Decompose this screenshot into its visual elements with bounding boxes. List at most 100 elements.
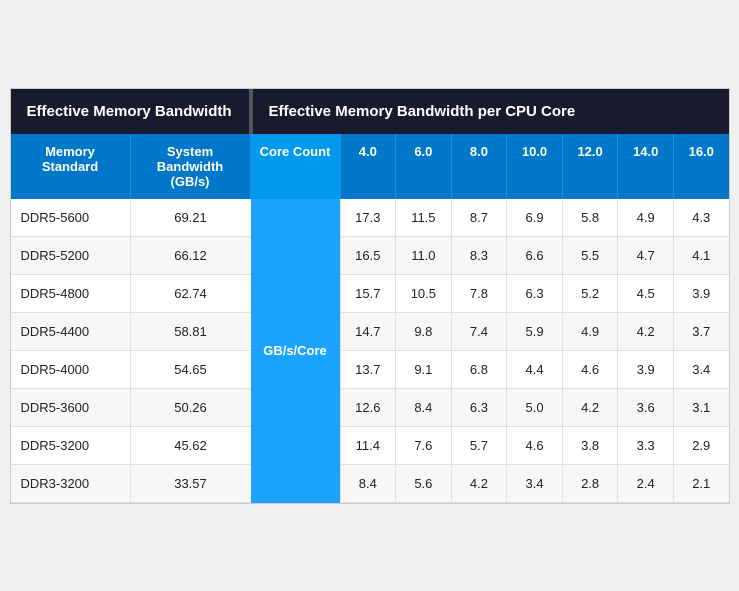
- right-row: 12.68.46.35.04.23.63.1: [341, 389, 729, 427]
- cell-value: 3.4: [507, 465, 563, 502]
- col-header-40: 4.0: [341, 134, 397, 199]
- cell-value: 3.4: [674, 351, 729, 388]
- cell-memory-standard: DDR5-3600: [11, 389, 131, 426]
- cell-value: 7.6: [396, 427, 452, 464]
- cell-value: 2.4: [618, 465, 674, 502]
- cell-value: 7.4: [452, 313, 508, 350]
- cell-bandwidth: 62.74: [131, 275, 251, 312]
- cell-bandwidth: 50.26: [131, 389, 251, 426]
- left-row: DDR5-400054.65: [11, 351, 251, 389]
- cell-bandwidth: 69.21: [131, 199, 251, 236]
- cell-value: 2.1: [674, 465, 729, 502]
- cell-value: 5.6: [396, 465, 452, 502]
- cell-memory-standard: DDR5-4800: [11, 275, 131, 312]
- left-row: DDR3-320033.57: [11, 465, 251, 503]
- col-header-160: 16.0: [674, 134, 729, 199]
- col-header-120: 12.0: [563, 134, 619, 199]
- cell-value: 8.4: [341, 465, 397, 502]
- cell-value: 4.5: [618, 275, 674, 312]
- cell-value: 6.8: [452, 351, 508, 388]
- cell-value: 7.8: [452, 275, 508, 312]
- cell-value: 4.6: [563, 351, 619, 388]
- cell-value: 4.4: [507, 351, 563, 388]
- header-left: Effective Memory Bandwidth: [11, 89, 251, 134]
- cell-value: 13.7: [341, 351, 397, 388]
- cell-value: 9.8: [396, 313, 452, 350]
- right-row: 15.710.57.86.35.24.53.9: [341, 275, 729, 313]
- cell-value: 5.9: [507, 313, 563, 350]
- cell-value: 3.9: [674, 275, 729, 312]
- cell-memory-standard: DDR5-5600: [11, 199, 131, 236]
- cell-bandwidth: 54.65: [131, 351, 251, 388]
- cell-value: 3.8: [563, 427, 619, 464]
- cell-memory-standard: DDR5-5200: [11, 237, 131, 274]
- right-row: 16.511.08.36.65.54.74.1: [341, 237, 729, 275]
- data-area: DDR5-560069.21DDR5-520066.12DDR5-480062.…: [11, 199, 729, 503]
- cell-value: 4.1: [674, 237, 729, 274]
- cell-memory-standard: DDR5-4000: [11, 351, 131, 388]
- cell-value: 8.4: [396, 389, 452, 426]
- cell-value: 6.3: [507, 275, 563, 312]
- cell-value: 3.1: [674, 389, 729, 426]
- cell-value: 4.2: [563, 389, 619, 426]
- cell-memory-standard: DDR5-4400: [11, 313, 131, 350]
- cell-bandwidth: 66.12: [131, 237, 251, 274]
- cell-value: 11.5: [396, 199, 452, 236]
- cell-value: 8.7: [452, 199, 508, 236]
- cell-memory-standard: DDR5-3200: [11, 427, 131, 464]
- cell-value: 14.7: [341, 313, 397, 350]
- header-left-title: Effective Memory Bandwidth: [27, 103, 232, 120]
- left-row: DDR5-560069.21: [11, 199, 251, 237]
- col-header-80: 8.0: [452, 134, 508, 199]
- cell-value: 4.2: [618, 313, 674, 350]
- cell-value: 5.8: [563, 199, 619, 236]
- cell-value: 2.8: [563, 465, 619, 502]
- cell-value: 6.9: [507, 199, 563, 236]
- cell-bandwidth: 58.81: [131, 313, 251, 350]
- cell-value: 3.3: [618, 427, 674, 464]
- cell-value: 4.9: [563, 313, 619, 350]
- right-row: 14.79.87.45.94.94.23.7: [341, 313, 729, 351]
- cell-value: 9.1: [396, 351, 452, 388]
- cell-value: 10.5: [396, 275, 452, 312]
- right-row: 13.79.16.84.44.63.93.4: [341, 351, 729, 389]
- col-header-bandwidth: System Bandwidth (GB/s): [131, 134, 251, 199]
- sub-header: Memory Standard System Bandwidth (GB/s) …: [11, 134, 729, 199]
- cell-value: 8.3: [452, 237, 508, 274]
- cell-value: 3.9: [618, 351, 674, 388]
- cell-value: 4.9: [618, 199, 674, 236]
- cell-value: 17.3: [341, 199, 397, 236]
- cell-memory-standard: DDR3-3200: [11, 465, 131, 502]
- cell-value: 15.7: [341, 275, 397, 312]
- left-row: DDR5-320045.62: [11, 427, 251, 465]
- cell-bandwidth: 45.62: [131, 427, 251, 464]
- core-count-col: GB/s/Core: [251, 199, 341, 503]
- header-right-title: Effective Memory Bandwidth per CPU Core: [269, 103, 576, 120]
- cell-value: 5.5: [563, 237, 619, 274]
- cell-bandwidth: 33.57: [131, 465, 251, 502]
- right-columns: 17.311.58.76.95.84.94.316.511.08.36.65.5…: [341, 199, 729, 503]
- col-header-100: 10.0: [507, 134, 563, 199]
- right-row: 8.45.64.23.42.82.42.1: [341, 465, 729, 503]
- left-columns: DDR5-560069.21DDR5-520066.12DDR5-480062.…: [11, 199, 251, 503]
- cell-value: 6.3: [452, 389, 508, 426]
- cell-value: 11.0: [396, 237, 452, 274]
- cell-value: 5.2: [563, 275, 619, 312]
- cell-value: 5.7: [452, 427, 508, 464]
- main-header: Effective Memory Bandwidth Effective Mem…: [11, 89, 729, 134]
- cell-value: 4.2: [452, 465, 508, 502]
- cell-value: 5.0: [507, 389, 563, 426]
- cell-value: 3.7: [674, 313, 729, 350]
- cell-value: 12.6: [341, 389, 397, 426]
- left-row: DDR5-520066.12: [11, 237, 251, 275]
- cell-value: 4.7: [618, 237, 674, 274]
- col-header-140: 14.0: [618, 134, 674, 199]
- col-header-60: 6.0: [396, 134, 452, 199]
- col-header-core-count: Core Count: [251, 134, 341, 199]
- left-row: DDR5-360050.26: [11, 389, 251, 427]
- cell-value: 16.5: [341, 237, 397, 274]
- cell-value: 3.6: [618, 389, 674, 426]
- cell-value: 6.6: [507, 237, 563, 274]
- left-row: DDR5-440058.81: [11, 313, 251, 351]
- main-table: Effective Memory Bandwidth Effective Mem…: [10, 88, 730, 504]
